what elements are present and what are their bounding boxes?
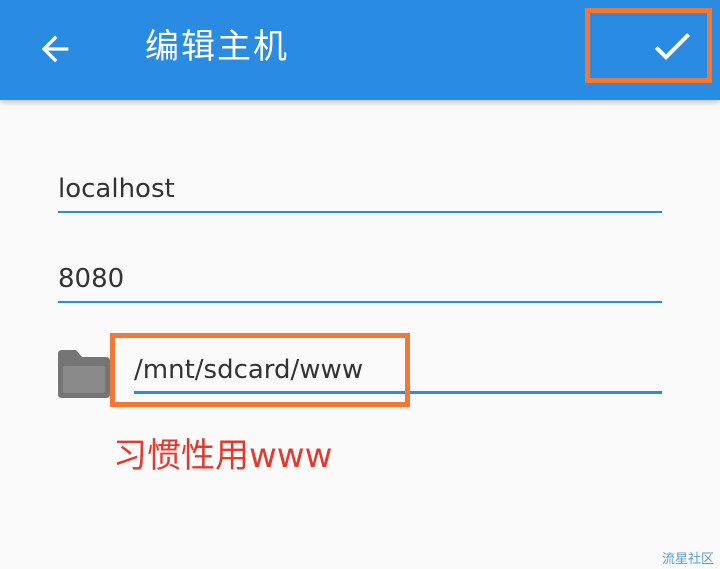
back-button[interactable] (30, 26, 80, 72)
port-input[interactable] (58, 257, 662, 301)
folder-picker-button[interactable] (54, 348, 114, 400)
host-input[interactable] (58, 167, 662, 211)
arrow-left-icon (41, 35, 69, 63)
root-path-field[interactable] (134, 348, 662, 394)
confirm-button[interactable] (640, 22, 704, 70)
root-path-input[interactable] (134, 348, 662, 391)
host-field[interactable] (58, 167, 662, 213)
folder-icon (58, 350, 110, 398)
port-field[interactable] (58, 257, 662, 303)
watermark: 流星社区 (661, 552, 714, 567)
app-bar: 编辑主机 (0, 0, 720, 100)
annotation-note: 习惯性用www (113, 436, 333, 476)
check-icon (654, 33, 690, 60)
page-title: 编辑主机 (145, 27, 289, 67)
